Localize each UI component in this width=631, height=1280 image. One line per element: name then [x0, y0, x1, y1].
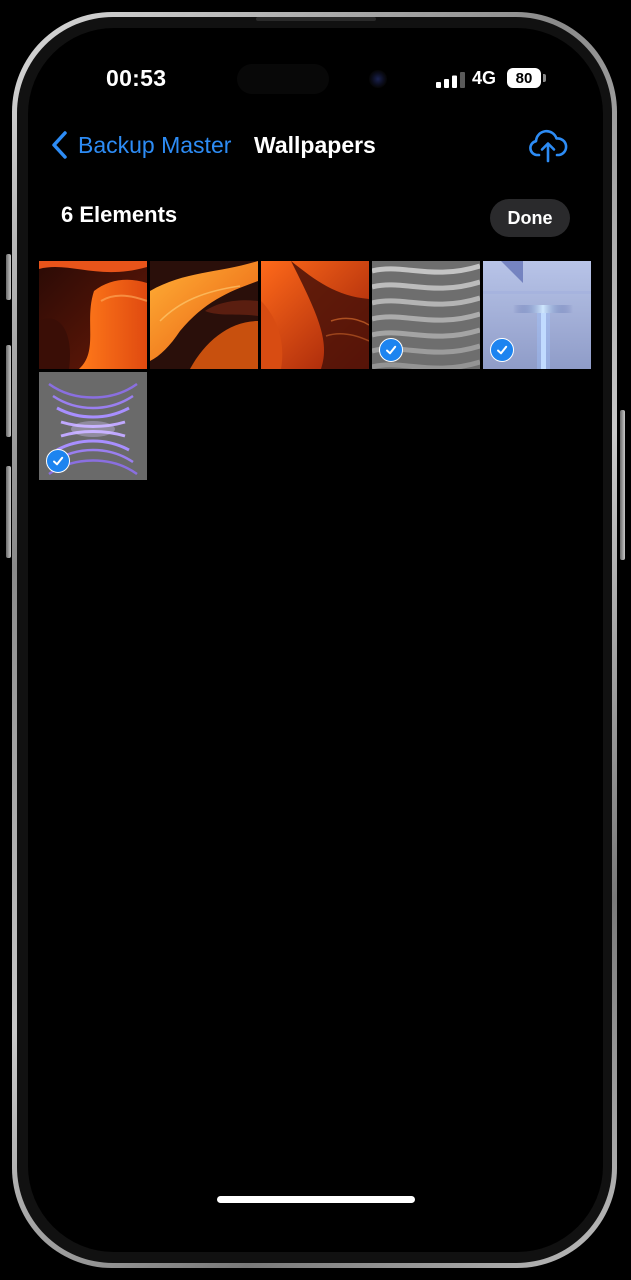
chevron-left-icon	[52, 131, 67, 159]
done-button[interactable]: Done	[490, 199, 570, 237]
cloud-upload-icon[interactable]	[528, 128, 568, 164]
power-button	[620, 410, 625, 560]
photo-thumbnail[interactable]	[39, 261, 147, 369]
cellular-signal-icon	[436, 72, 465, 88]
island-sensor-area	[237, 64, 329, 94]
battery-tip	[543, 74, 546, 82]
photo-thumbnail[interactable]	[150, 261, 258, 369]
photo-thumbnail[interactable]	[372, 261, 480, 369]
speaker-slit	[256, 17, 376, 21]
page-title: Wallpapers	[254, 132, 376, 158]
photo-thumbnail[interactable]	[261, 261, 369, 369]
volume-down-button	[6, 466, 11, 558]
back-button[interactable]: Backup Master	[50, 131, 231, 159]
network-type: 4G	[472, 68, 497, 88]
status-time: 00:53	[106, 65, 167, 91]
front-camera-icon	[369, 70, 387, 88]
red-desert-dunes-image	[261, 261, 369, 369]
dynamic-island	[237, 64, 419, 94]
selected-checkmark-icon	[490, 338, 514, 362]
volume-up-button	[6, 345, 11, 437]
red-desert-dunes-image	[39, 261, 147, 369]
selected-checkmark-icon	[379, 338, 403, 362]
back-button-label: Backup Master	[78, 131, 232, 158]
home-indicator[interactable]	[217, 1196, 415, 1203]
selected-checkmark-icon	[46, 449, 70, 473]
orange-desert-dunes-image	[150, 261, 258, 369]
action-button	[6, 254, 11, 300]
photo-thumbnail[interactable]	[483, 261, 591, 369]
element-count: 6 Elements	[61, 202, 178, 227]
battery-icon: 80	[507, 68, 541, 88]
photo-thumbnail[interactable]	[39, 372, 147, 480]
battery-level: 80	[515, 69, 533, 87]
screen: 00:53 4G 80 Backup Master Wallpapers 6 E…	[28, 28, 603, 1252]
